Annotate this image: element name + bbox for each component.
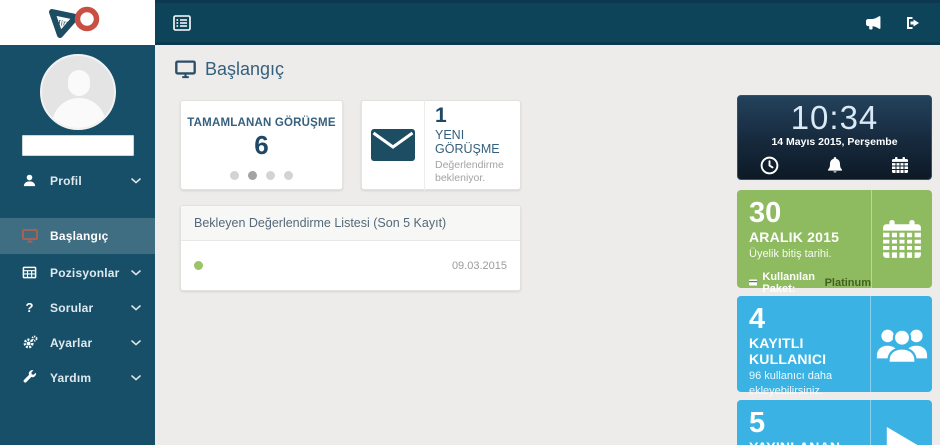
card-title: TAMAMLANAN GÖRÜŞME [187, 117, 336, 129]
sidebar-item-sorular[interactable]: ? Sorular [0, 290, 155, 325]
announcements-button[interactable] [860, 10, 886, 36]
pending-evaluation-panel: Bekleyen Değerlendirme Listesi (Son 5 Ka… [180, 205, 521, 291]
logout-button[interactable] [900, 10, 926, 36]
envelope-icon [362, 129, 424, 161]
chevron-down-icon [131, 269, 141, 276]
card-title: YENI GÖRÜŞME [435, 127, 500, 156]
membership-widget[interactable]: 30 ARALIK 2015 Üyelik bitiş tarihi. Kull… [737, 190, 932, 295]
page-header: Başlangıç [155, 45, 940, 80]
sidebar-item-label: Pozisyonlar [50, 265, 120, 280]
chevron-down-icon [131, 339, 141, 346]
carousel-dot[interactable] [284, 171, 293, 180]
package-label: Kullanılan Paket: [762, 270, 815, 295]
sidebar-item-profil[interactable]: Profil [0, 163, 155, 198]
profile-name-input[interactable] [21, 135, 134, 156]
calendar-icon [871, 190, 932, 288]
users-title: KAYITLI KULLANICI [749, 335, 827, 368]
carousel-dot[interactable] [230, 171, 239, 180]
clock-widget: 10:34 14 Mayıs 2015, Perşembe [737, 95, 932, 180]
panel-title: Bekleyen Değerlendirme Listesi (Son 5 Ka… [181, 206, 520, 241]
bullhorn-icon [865, 16, 880, 30]
sidebar-item-label: Sorular [50, 300, 94, 315]
bell-icon [827, 156, 843, 173]
card-subtitle: Değerlendirme bekleniyor. [435, 158, 504, 184]
desktop-icon [175, 60, 196, 79]
published-ads-widget[interactable]: 5 YAYINLANAN İLAN [737, 400, 932, 445]
sidebar-item-label: Başlangıç [50, 229, 109, 243]
brand-logo[interactable]: Hire [0, 0, 155, 45]
chevron-down-icon [131, 177, 141, 184]
membership-info: 30 ARALIK 2015 Üyelik bitiş tarihi. Kull… [737, 190, 871, 295]
chevron-down-icon [131, 374, 141, 381]
card-value: 6 [254, 130, 269, 160]
app-window: Hire Profil Başlangıç Pozisyonlar ? Soru… [0, 0, 940, 445]
avatar-head [67, 70, 90, 96]
sidebar-item-pozisyonlar[interactable]: Pozisyonlar [0, 255, 155, 290]
clock-date: 14 Mayıs 2015, Perşembe [771, 135, 898, 148]
row-date: 09.03.2015 [451, 259, 507, 272]
status-dot-icon [194, 261, 203, 270]
desktop-icon [21, 229, 38, 243]
card-value: 1 [435, 103, 447, 127]
users-count: 4 [749, 303, 766, 335]
user-icon [21, 173, 38, 188]
page-title: Başlangıç [205, 59, 285, 79]
sidebar-item-label: Yardım [50, 370, 92, 385]
ads-count: 5 [749, 407, 766, 439]
avatar[interactable] [39, 54, 116, 130]
membership-subtitle: Üyelik bitiş tarihi. [749, 248, 832, 261]
alarm-tab-button[interactable] [827, 156, 843, 175]
ads-info: 5 YAYINLANAN İLAN [737, 400, 870, 445]
sign-out-icon [907, 16, 919, 29]
wrench-icon [21, 370, 38, 385]
carousel-dots [181, 171, 342, 180]
sidebar-item-baslangic[interactable]: Başlangıç [0, 218, 155, 254]
avatar-torso [51, 98, 106, 128]
svg-text:Hire: Hire [53, 17, 69, 27]
ads-title: YAYINLANAN İLAN [749, 439, 870, 445]
gears-icon [21, 335, 38, 350]
package-value: Platinum [824, 276, 872, 289]
package-row: Kullanılan Paket: Platinum [749, 271, 871, 295]
sidebar-item-label: Ayarlar [50, 335, 93, 350]
clock-icon [760, 156, 779, 175]
play-icon [870, 400, 932, 445]
membership-day: 30 [749, 197, 782, 229]
calendar-tab-button[interactable] [891, 156, 909, 175]
clock-time: 10:34 [790, 99, 879, 136]
main-content: Başlangıç TAMAMLANAN GÖRÜŞME 6 1 YENI GÖ… [155, 45, 940, 445]
carousel-dot-active[interactable] [248, 171, 257, 180]
chevron-down-icon [131, 304, 141, 311]
sidebar-item-label: Profil [50, 173, 82, 188]
new-interview-card: 1 YENI GÖRÜŞME Değerlendirme bekleniyor. [361, 98, 521, 192]
completed-interviews-card: TAMAMLANAN GÖRÜŞME 6 [180, 100, 343, 190]
users-info: 4 KAYITLI KULLANICI 96 kullanıcı daha ek… [737, 296, 870, 397]
topbar-actions [860, 10, 926, 36]
clock-tab-button[interactable] [760, 156, 779, 175]
sidebar-item-ayarlar[interactable]: Ayarlar [0, 325, 155, 360]
credit-card-icon [749, 279, 758, 286]
sidebar-menu: Profil Başlangıç Pozisyonlar ? Sorular A… [0, 163, 155, 395]
question-icon: ? [25, 300, 34, 315]
hire-logo-icon: Hire [48, 6, 99, 38]
carousel-dot[interactable] [266, 171, 275, 180]
membership-month: ARALIK 2015 [749, 229, 840, 246]
sidebar: Hire Profil Başlangıç Pozisyonlar ? Soru… [0, 0, 155, 445]
topbar [155, 0, 940, 45]
clock-widget-tabs [738, 148, 931, 175]
calendar-icon [892, 156, 908, 173]
table-icon [21, 265, 38, 280]
registered-users-widget[interactable]: 4 KAYITLI KULLANICI 96 kullanıcı daha ek… [737, 296, 932, 397]
sidebar-item-yardim[interactable]: Yardım [0, 360, 155, 395]
users-subtitle: 96 kullanıcı daha ekleyebilirsiniz. [749, 370, 833, 397]
list-item[interactable]: 09.03.2015 [181, 241, 520, 290]
new-interview-info: 1 YENI GÖRÜŞME Değerlendirme bekleniyor. [424, 98, 520, 192]
list-toggle-icon [173, 14, 191, 31]
sidebar-toggle-button[interactable] [169, 10, 195, 36]
users-icon [870, 296, 932, 392]
